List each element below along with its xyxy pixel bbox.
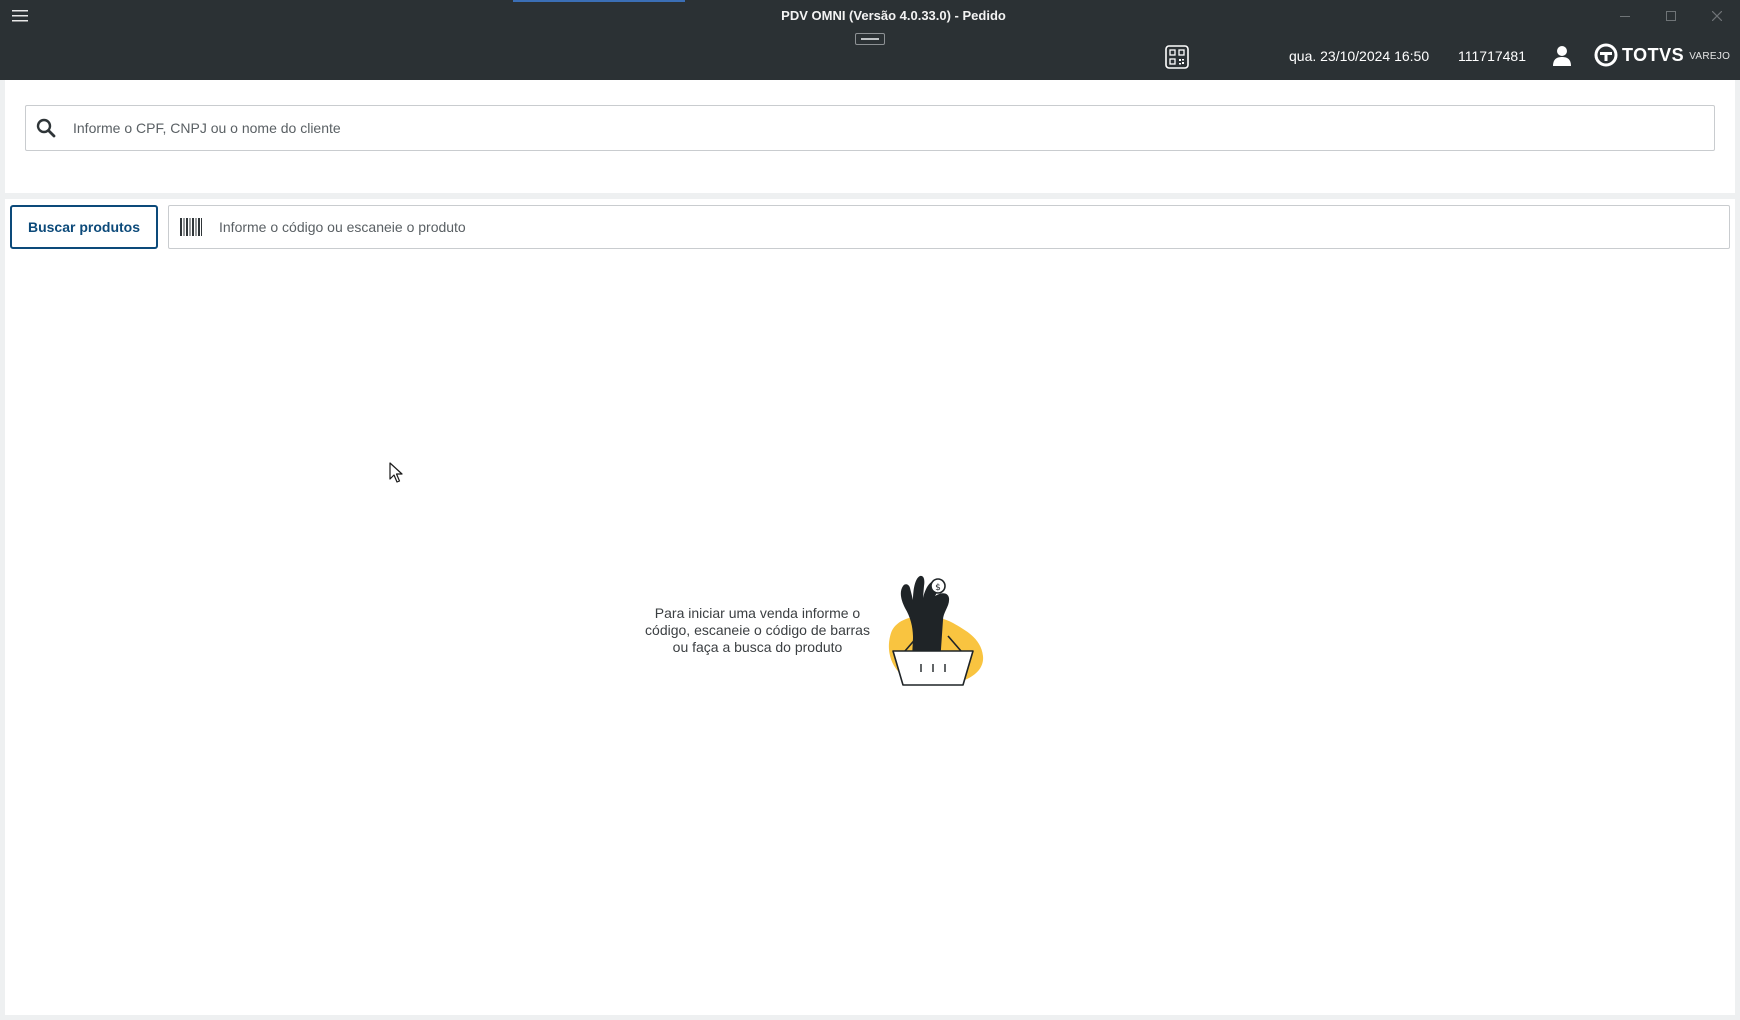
empty-state-line-2: código, escaneie o código de barras — [645, 622, 870, 638]
empty-state-message: Para iniciar uma venda informe o código,… — [640, 605, 875, 656]
svg-text:$: $ — [935, 583, 941, 593]
frame-bottom — [0, 1015, 1740, 1020]
client-search-input[interactable] — [71, 119, 1714, 137]
empty-state-line-3: ou faça a busca do produto — [672, 639, 843, 655]
frame-left — [0, 80, 5, 1020]
minimize-button[interactable] — [1602, 0, 1648, 32]
section-separator — [5, 193, 1735, 199]
client-panel — [5, 80, 1735, 193]
basket-hand-illustration-icon: $ — [888, 575, 984, 686]
search-icon — [36, 118, 56, 138]
search-products-button[interactable]: Buscar produtos — [10, 205, 158, 249]
user-icon — [1553, 46, 1571, 66]
title-accent-bar — [513, 0, 685, 2]
mouse-cursor-icon — [389, 462, 403, 483]
window-title: PDV OMNI (Versão 4.0.33.0) - Pedido — [781, 8, 1006, 23]
close-icon — [1712, 11, 1722, 21]
client-search-box[interactable] — [25, 105, 1715, 151]
empty-state: Para iniciar uma venda informe o código,… — [640, 568, 993, 693]
product-code-box[interactable] — [168, 205, 1730, 249]
app-header: PDV OMNI (Versão 4.0.33.0) - Pedido qua.… — [0, 0, 1740, 80]
user-button[interactable] — [1552, 45, 1572, 67]
terminal-id: 111717481 — [1458, 48, 1526, 64]
brand-subtitle: VAREJO — [1689, 50, 1731, 62]
empty-state-line-1: Para iniciar uma venda informe o — [654, 605, 861, 621]
brand-name: TOTVS — [1622, 44, 1685, 65]
window-controls — [1602, 0, 1740, 32]
qr-code-button[interactable] — [1165, 45, 1189, 69]
minimize-icon — [1620, 16, 1630, 17]
brand-logo: TOTVS VAREJO — [1594, 43, 1730, 67]
frame-right — [1735, 80, 1740, 1020]
drag-handle[interactable] — [855, 33, 885, 45]
qr-code-icon — [1165, 45, 1189, 69]
maximize-icon — [1666, 11, 1676, 21]
barcode-icon — [180, 218, 202, 236]
maximize-button[interactable] — [1648, 0, 1694, 32]
product-code-input[interactable] — [217, 218, 1729, 236]
current-datetime: qua. 23/10/2024 16:50 — [1289, 48, 1430, 64]
close-button[interactable] — [1694, 0, 1740, 32]
totvs-logo-icon — [1594, 43, 1618, 67]
